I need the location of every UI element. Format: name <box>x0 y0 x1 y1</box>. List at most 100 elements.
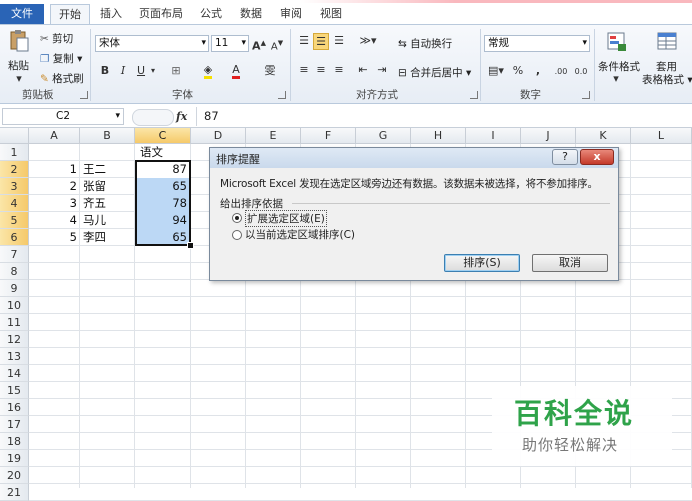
chevron-down-icon[interactable]: ▾ <box>148 63 158 78</box>
insert-function-icon[interactable]: fx <box>176 108 192 125</box>
tab-review[interactable]: 审阅 <box>274 4 308 24</box>
fill-color-icon[interactable]: ◈ <box>200 62 216 79</box>
tab-formulas[interactable]: 公式 <box>194 4 228 24</box>
column-header-a[interactable]: A <box>29 128 80 144</box>
column-header-h[interactable]: H <box>411 128 466 144</box>
align-right-icon[interactable]: ≡ <box>331 62 347 77</box>
grow-font-button[interactable]: A▲ <box>252 36 266 54</box>
row-header-15[interactable]: 15 <box>0 382 29 399</box>
column-header-f[interactable]: F <box>301 128 356 144</box>
cell-c1[interactable]: 语文 <box>138 144 190 161</box>
align-bottom-icon[interactable]: ☰ <box>331 33 347 48</box>
cell-b2[interactable]: 王二 <box>81 161 135 178</box>
row-header-17[interactable]: 17 <box>0 416 29 433</box>
number-format-select[interactable]: 常规 ▾ <box>484 35 590 52</box>
dialog-title-bar[interactable]: 排序提醒 ? x <box>210 148 618 168</box>
cell-c6[interactable]: 65 <box>136 229 190 246</box>
format-painter-button[interactable]: ✎ 格式刷 <box>40 71 84 86</box>
row-header-21[interactable]: 21 <box>0 484 29 501</box>
underline-button[interactable]: U <box>134 63 148 78</box>
cell-a5[interactable]: 4 <box>30 212 80 229</box>
row-header-5[interactable]: 5 <box>0 212 29 229</box>
cut-button[interactable]: ✂ 剪切 <box>40 31 73 46</box>
paste-icon[interactable] <box>8 29 30 53</box>
row-header-18[interactable]: 18 <box>0 433 29 450</box>
cell-c5[interactable]: 94 <box>136 212 190 229</box>
format-table-button-line2[interactable]: 表格格式 ▾ <box>642 72 692 87</box>
comma-button[interactable]: , <box>532 63 544 78</box>
align-middle-icon[interactable]: ☰ <box>313 33 329 50</box>
increase-decimal-button[interactable]: .00 <box>552 64 570 79</box>
copy-button[interactable]: ❐ 复制 ▾ <box>40 51 82 66</box>
row-header-20[interactable]: 20 <box>0 467 29 484</box>
tab-data[interactable]: 数据 <box>234 4 268 24</box>
increase-indent-icon[interactable]: ⇥ <box>374 62 390 77</box>
row-header-14[interactable]: 14 <box>0 365 29 382</box>
orientation-icon[interactable]: ≫▾ <box>358 33 378 48</box>
tab-view[interactable]: 视图 <box>314 4 348 24</box>
row-header-3[interactable]: 3 <box>0 178 29 195</box>
sort-button[interactable]: 排序(S) <box>444 254 520 272</box>
font-size-select[interactable]: 11 ▾ <box>211 35 249 52</box>
cell-b4[interactable]: 齐五 <box>81 195 135 212</box>
shrink-font-button[interactable]: A▼ <box>270 36 284 54</box>
formula-bar-splitter[interactable] <box>132 109 174 126</box>
merge-center-button[interactable]: ⊟ 合并后居中 ▾ <box>398 65 471 80</box>
formula-input[interactable]: 87 <box>204 108 219 125</box>
column-header-d[interactable]: D <box>191 128 246 144</box>
column-header-c[interactable]: C <box>135 128 191 144</box>
column-header-e[interactable]: E <box>246 128 301 144</box>
current-selection-radio[interactable] <box>232 230 242 240</box>
clipboard-launcher-icon[interactable] <box>80 91 88 99</box>
tab-home[interactable]: 开始 <box>50 4 90 24</box>
cell-b3[interactable]: 张留 <box>81 178 135 195</box>
row-header-4[interactable]: 4 <box>0 195 29 212</box>
number-launcher-icon[interactable] <box>582 91 590 99</box>
align-left-icon[interactable]: ≡ <box>296 62 312 77</box>
select-all-corner[interactable] <box>0 128 29 144</box>
row-header-8[interactable]: 8 <box>0 263 29 280</box>
cell-c2[interactable]: 87 <box>136 161 190 178</box>
align-center-icon[interactable]: ≡ <box>313 62 329 77</box>
currency-icon[interactable]: ▤▾ <box>486 63 506 78</box>
row-header-16[interactable]: 16 <box>0 399 29 416</box>
cell-a3[interactable]: 2 <box>30 178 80 195</box>
row-header-10[interactable]: 10 <box>0 297 29 314</box>
expand-selection-label[interactable]: 扩展选定区域(E) <box>245 210 327 227</box>
font-launcher-icon[interactable] <box>278 91 286 99</box>
row-header-6[interactable]: 6 <box>0 229 29 246</box>
chevron-down-icon[interactable]: ▾ <box>605 71 627 86</box>
cell-b5[interactable]: 马儿 <box>81 212 135 229</box>
cell-c4[interactable]: 78 <box>136 195 190 212</box>
column-header-b[interactable]: B <box>80 128 135 144</box>
column-header-j[interactable]: J <box>521 128 576 144</box>
italic-button[interactable]: I <box>116 63 130 78</box>
phonetic-icon[interactable]: 雯 <box>262 63 278 78</box>
row-header-12[interactable]: 12 <box>0 331 29 348</box>
borders-icon[interactable]: ⊞ <box>168 63 184 78</box>
column-header-l[interactable]: L <box>631 128 692 144</box>
bold-button[interactable]: B <box>98 63 112 78</box>
row-header-1[interactable]: 1 <box>0 144 29 161</box>
close-button[interactable]: x <box>580 149 614 165</box>
row-header-19[interactable]: 19 <box>0 450 29 467</box>
format-table-icon[interactable] <box>656 31 678 53</box>
percent-button[interactable]: % <box>512 63 524 78</box>
tab-insert[interactable]: 插入 <box>94 4 128 24</box>
column-header-i[interactable]: I <box>466 128 521 144</box>
cell-a4[interactable]: 3 <box>30 195 80 212</box>
font-name-select[interactable]: 宋体 ▾ <box>95 35 209 52</box>
cancel-button[interactable]: 取消 <box>532 254 608 272</box>
cell-b6[interactable]: 李四 <box>81 229 135 246</box>
column-header-g[interactable]: G <box>356 128 411 144</box>
row-header-11[interactable]: 11 <box>0 314 29 331</box>
name-box[interactable]: C2 ▾ <box>2 108 124 125</box>
conditional-format-icon[interactable] <box>606 31 628 53</box>
wrap-text-button[interactable]: ⇆ 自动换行 <box>398 36 452 51</box>
tab-page-layout[interactable]: 页面布局 <box>134 4 188 24</box>
cell-c3[interactable]: 65 <box>136 178 190 195</box>
cell-a2[interactable]: 1 <box>30 161 80 178</box>
decrease-indent-icon[interactable]: ⇤ <box>355 62 371 77</box>
row-header-7[interactable]: 7 <box>0 246 29 263</box>
row-header-13[interactable]: 13 <box>0 348 29 365</box>
